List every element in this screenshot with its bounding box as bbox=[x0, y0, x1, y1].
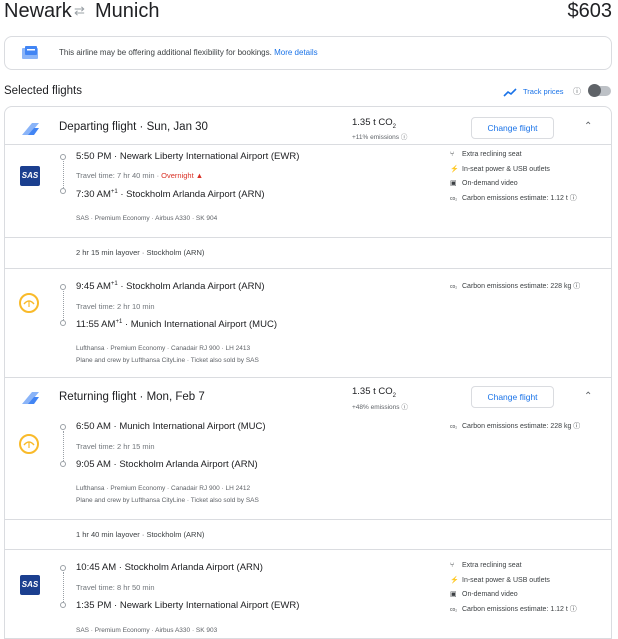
co2-icon: co₂ bbox=[450, 196, 458, 202]
depart-collapse-chevron-icon[interactable]: ⌃ bbox=[584, 121, 592, 132]
warning-icon: ▲ bbox=[195, 171, 204, 180]
video-icon: ▣ bbox=[450, 180, 457, 187]
amenity-power: ⚡ In-seat power & USB outlets bbox=[450, 577, 550, 584]
amenity-video: ▣ On-demand video bbox=[450, 591, 518, 598]
trend-icon bbox=[503, 85, 517, 103]
return-leg2-info: SAS · Premium Economy · Airbus A330 · SK… bbox=[76, 627, 218, 634]
depart-leg1-travel-time: Travel time: 7 hr 40 min · Overnight ▲ bbox=[76, 171, 204, 180]
timeline-dot bbox=[60, 602, 66, 608]
divider bbox=[4, 519, 612, 520]
timeline-dot bbox=[60, 565, 66, 571]
divider bbox=[4, 144, 612, 145]
banner-text: This airline may be offering additional … bbox=[59, 48, 318, 57]
seat-icon: ⑂ bbox=[450, 151, 455, 158]
depart-emissions: +11% emissions ⓘ bbox=[352, 134, 408, 141]
timeline-dot bbox=[60, 284, 66, 290]
more-details-link[interactable]: More details bbox=[274, 48, 318, 57]
depart-co2: 1.35 t CO2 bbox=[352, 117, 397, 130]
return-leg1-departure: 6:50 AM · Munich International Airport (… bbox=[76, 421, 266, 432]
return-leg1-info2: Plane and crew by Lufthansa CityLine · T… bbox=[76, 497, 259, 504]
depart-change-flight-button[interactable]: Change flight bbox=[471, 117, 554, 139]
return-leg1-arrival: 9:05 AM · Stockholm Arlanda Airport (ARN… bbox=[76, 459, 258, 470]
divider bbox=[4, 549, 612, 550]
amenity-video: ▣ On-demand video bbox=[450, 180, 518, 187]
selected-flights-title: Selected flights bbox=[4, 85, 82, 97]
amenity-carbon: co₂ Carbon emissions estimate: 1.12 t ⓘ bbox=[450, 195, 577, 202]
depart-leg2-arrival: 11:55 AM+1 · Munich International Airpor… bbox=[76, 319, 277, 331]
sas-logo: SAS bbox=[20, 166, 40, 186]
lufthansa-logo bbox=[19, 434, 39, 454]
return-plane-icon bbox=[20, 391, 40, 409]
return-leg2-arrival: 1:35 PM · Newark Liberty International A… bbox=[76, 600, 300, 611]
return-collapse-chevron-icon[interactable]: ⌃ bbox=[584, 391, 592, 402]
swap-arrows-icon[interactable]: ⇄ bbox=[74, 3, 85, 19]
depart-leg2-info: Lufthansa · Premium Economy · Canadair R… bbox=[76, 345, 251, 352]
amenity-seat: ⑂ Extra reclining seat bbox=[450, 562, 522, 569]
depart-plane-icon bbox=[20, 122, 40, 140]
amenity-carbon: co₂ Carbon emissions estimate: 228 kg ⓘ bbox=[450, 423, 581, 430]
amenity-seat: ⑂ Extra reclining seat bbox=[450, 151, 522, 158]
timeline-dot bbox=[60, 320, 66, 326]
return-leg1-travel-time: Travel time: 2 hr 15 min bbox=[76, 442, 155, 451]
divider bbox=[4, 237, 612, 238]
depart-leg2-info2: Plane and crew by Lufthansa CityLine · T… bbox=[76, 357, 259, 364]
timeline-line bbox=[63, 572, 64, 602]
timeline-dot bbox=[60, 461, 66, 467]
amenity-power: ⚡ In-seat power & USB outlets bbox=[450, 166, 550, 173]
return-change-flight-button[interactable]: Change flight bbox=[471, 386, 554, 408]
depart-leg1-arrival: 7:30 AM+1 · Stockholm Arlanda Airport (A… bbox=[76, 189, 265, 201]
timeline-dot bbox=[60, 188, 66, 194]
power-icon: ⚡ bbox=[450, 577, 459, 584]
power-icon: ⚡ bbox=[450, 166, 459, 173]
amenity-carbon: co₂ Carbon emissions estimate: 228 kg ⓘ bbox=[450, 283, 581, 290]
returning-title: Returning flight · Mon, Feb 7 bbox=[59, 391, 205, 403]
track-prices-label[interactable]: Track prices bbox=[523, 87, 564, 96]
timeline-dot bbox=[60, 424, 66, 430]
return-emissions: +48% emissions ⓘ bbox=[352, 404, 408, 411]
total-price: $603 bbox=[567, 0, 613, 22]
timeline-dot bbox=[60, 154, 66, 160]
lufthansa-logo bbox=[19, 293, 39, 313]
origin-city[interactable]: Newark bbox=[4, 0, 72, 23]
return-layover: 1 hr 40 min layover · Stockholm (ARN) bbox=[76, 530, 205, 539]
depart-leg2-travel-time: Travel time: 2 hr 10 min bbox=[76, 302, 155, 311]
co2-icon: co₂ bbox=[450, 284, 458, 290]
amenity-carbon: co₂ Carbon emissions estimate: 1.12 t ⓘ bbox=[450, 606, 577, 613]
depart-layover: 2 hr 15 min layover · Stockholm (ARN) bbox=[76, 248, 205, 257]
departing-card bbox=[4, 106, 612, 378]
sas-logo: SAS bbox=[20, 575, 40, 595]
info-card-icon bbox=[19, 45, 41, 61]
return-co2: 1.35 t CO2 bbox=[352, 386, 397, 399]
flexibility-banner: This airline may be offering additional … bbox=[4, 36, 612, 70]
seat-icon: ⑂ bbox=[450, 562, 455, 569]
timeline-line bbox=[63, 431, 64, 461]
depart-leg1-departure: 5:50 PM · Newark Liberty International A… bbox=[76, 151, 300, 162]
divider bbox=[4, 268, 612, 269]
return-leg1-info: Lufthansa · Premium Economy · Canadair R… bbox=[76, 485, 251, 492]
destination-city[interactable]: Munich bbox=[95, 0, 159, 23]
departing-title: Departing flight · Sun, Jan 30 bbox=[59, 121, 208, 133]
co2-icon: co₂ bbox=[450, 607, 458, 613]
timeline-line bbox=[63, 291, 64, 320]
depart-leg1-info: SAS · Premium Economy · Airbus A330 · SK… bbox=[76, 215, 218, 222]
return-leg2-departure: 10:45 AM · Stockholm Arlanda Airport (AR… bbox=[76, 562, 263, 573]
depart-leg2-departure: 9:45 AM+1 · Stockholm Arlanda Airport (A… bbox=[76, 281, 265, 293]
video-icon: ▣ bbox=[450, 591, 457, 598]
track-prices-toggle[interactable] bbox=[588, 84, 611, 97]
help-icon[interactable]: ⓘ bbox=[573, 86, 581, 97]
co2-icon: co₂ bbox=[450, 424, 458, 430]
return-leg2-travel-time: Travel time: 8 hr 50 min bbox=[76, 583, 155, 592]
timeline-line bbox=[63, 161, 64, 188]
